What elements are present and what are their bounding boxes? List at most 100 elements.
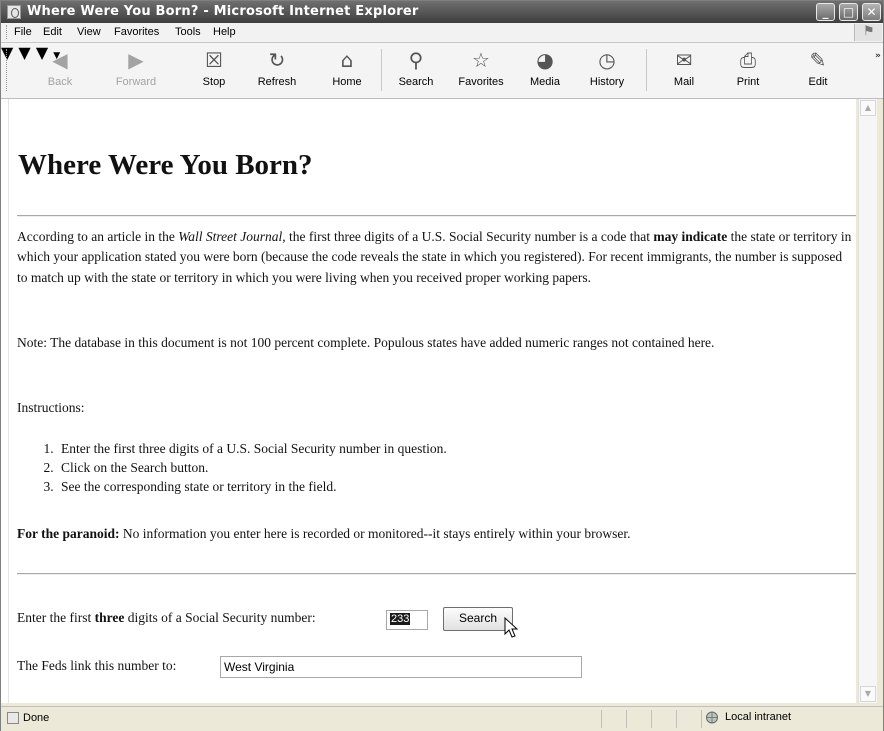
ssn-search-button[interactable]: Search: [443, 607, 513, 631]
history-clock-icon: ◷: [598, 48, 616, 72]
window-title: Where Were You Born? - Microsoft Interne…: [27, 4, 419, 19]
ssn-input[interactable]: 233: [386, 610, 428, 630]
toolbar-separator: [646, 49, 648, 91]
result-field[interactable]: West Virginia: [220, 656, 582, 678]
security-zone: Local intranet: [725, 711, 792, 723]
toolbar-separator: [381, 49, 383, 91]
note-paragraph: Note: The database in this document is n…: [17, 335, 715, 350]
refresh-icon: ↻: [268, 48, 286, 72]
page-title: Where Were You Born?: [18, 149, 313, 181]
home-button[interactable]: ⌂ Home: [322, 47, 372, 95]
media-icon: ◕: [536, 48, 554, 72]
menu-file[interactable]: File: [14, 26, 32, 38]
windows-logo-icon: [854, 24, 882, 41]
refresh-label: Refresh: [257, 76, 297, 88]
ssn-prompt-text-2: digits of a Social Security number:: [124, 610, 316, 625]
forward-button[interactable]: ▶ Forward: [111, 47, 161, 95]
menu-favorites[interactable]: Favorites: [114, 26, 159, 38]
search-magnifier-icon: ⚲: [408, 48, 424, 72]
ssn-input-value: 233: [390, 613, 411, 625]
back-label: Back: [47, 76, 73, 88]
ssn-prompt: Enter the first three digits of a Social…: [17, 608, 387, 628]
menu-tools[interactable]: Tools: [175, 26, 201, 38]
mail-label: Mail: [673, 76, 695, 88]
page-content: Where Were You Born? According to an art…: [9, 99, 856, 703]
status-pane-divider: [651, 710, 652, 728]
page-done-icon: [7, 712, 19, 724]
paranoid-text: No information you enter here is recorde…: [119, 526, 631, 541]
content-left-margin: [1, 99, 9, 703]
history-button[interactable]: ◷ History: [582, 47, 632, 95]
history-label: History: [589, 76, 625, 88]
back-arrow-icon: ◀: [52, 48, 68, 72]
intro-text-1: According to an article in the: [17, 229, 179, 244]
horizontal-rule-top: [17, 215, 856, 217]
menu-edit[interactable]: Edit: [43, 26, 62, 38]
menu-bar-grip[interactable]: [6, 25, 9, 39]
favorites-label: Favorites: [458, 76, 504, 88]
may-indicate-emphasis: may indicate: [653, 229, 728, 244]
intro-paragraph: According to an article in the Wall Stre…: [17, 227, 855, 288]
paranoid-paragraph: For the paranoid: No information you ent…: [17, 524, 847, 544]
favorites-button[interactable]: ☆ Favorites: [456, 47, 506, 95]
mouse-cursor-icon: [504, 617, 518, 638]
media-button[interactable]: ◕ Media: [520, 47, 570, 95]
mail-button[interactable]: ✉ Mail: [659, 47, 709, 95]
menu-view[interactable]: View: [77, 26, 101, 38]
edit-button[interactable]: ✎ Edit: [793, 47, 843, 95]
media-label: Media: [530, 76, 560, 88]
status-pane-divider: [626, 710, 627, 728]
status-pane-divider: [701, 710, 702, 728]
print-button[interactable]: ⎙ Print: [723, 47, 773, 95]
horizontal-rule-bottom: [17, 573, 856, 575]
stop-label: Stop: [202, 76, 226, 88]
favorites-star-icon: ☆: [472, 48, 490, 72]
paranoid-label: For the paranoid:: [17, 526, 120, 541]
browser-window: Where Were You Born? - Microsoft Interne…: [0, 0, 884, 731]
instruction-step: See the corresponding state or territory…: [57, 477, 447, 496]
instruction-step: Click on the Search button.: [57, 458, 447, 477]
vertical-scrollbar[interactable]: ▲ ▼: [858, 99, 877, 703]
status-pane-divider: [676, 710, 677, 728]
print-label: Print: [736, 76, 760, 88]
toolbar-overflow-chevron-icon[interactable]: »: [875, 51, 881, 61]
menu-help[interactable]: Help: [213, 26, 236, 38]
stop-icon: ☒: [205, 48, 223, 72]
ssn-prompt-bold: three: [94, 610, 125, 625]
ie-app-icon[interactable]: [7, 5, 21, 19]
instructions-label: Instructions:: [17, 400, 85, 415]
back-button[interactable]: ◀ Back: [35, 47, 85, 95]
intro-text-2: , the first three digits of a U.S. Socia…: [282, 229, 654, 244]
result-label: The Feds link this number to:: [17, 658, 177, 673]
refresh-button[interactable]: ↻ Refresh: [252, 47, 302, 95]
status-pane-divider: [601, 710, 602, 728]
minimize-button[interactable]: _: [816, 3, 835, 21]
status-bar: Done Local intranet: [1, 706, 883, 731]
edit-page-icon: ✎: [809, 48, 827, 72]
journal-name: Wall Street Journal: [178, 229, 283, 244]
home-label: Home: [332, 76, 362, 88]
status-text: Done: [23, 712, 50, 724]
home-icon: ⌂: [340, 48, 354, 72]
ssn-prompt-text-1: Enter the first: [17, 610, 95, 625]
forward-arrow-icon: ▶: [128, 48, 144, 72]
standard-toolbar: ◀ Back ▼ ▶ Forward ▼ ☒ Stop ↻ Refresh ⌂ …: [1, 43, 883, 99]
title-bar[interactable]: Where Were You Born? - Microsoft Interne…: [1, 1, 883, 23]
forward-dropdown-icon[interactable]: ▼: [18, 43, 30, 62]
maximize-button[interactable]: □: [839, 3, 858, 21]
search-label: Search: [398, 76, 434, 88]
printer-icon: ⎙: [740, 48, 756, 72]
forward-label: Forward: [115, 76, 157, 88]
intranet-zone-icon: [706, 711, 718, 724]
edit-label: Edit: [808, 76, 828, 88]
scroll-down-icon[interactable]: ▼: [860, 686, 876, 702]
mail-envelope-icon: ✉: [675, 48, 693, 72]
search-button[interactable]: ⚲ Search: [391, 47, 441, 95]
instruction-step: Enter the first three digits of a U.S. S…: [57, 439, 447, 458]
instructions-list: Enter the first three digits of a U.S. S…: [33, 439, 447, 496]
close-button[interactable]: ✕: [862, 3, 881, 21]
scroll-up-icon[interactable]: ▲: [860, 100, 876, 116]
menu-bar: File Edit View Favorites Tools Help: [1, 23, 883, 43]
toolbar-grip[interactable]: [6, 49, 9, 91]
stop-button[interactable]: ☒ Stop: [189, 47, 239, 95]
